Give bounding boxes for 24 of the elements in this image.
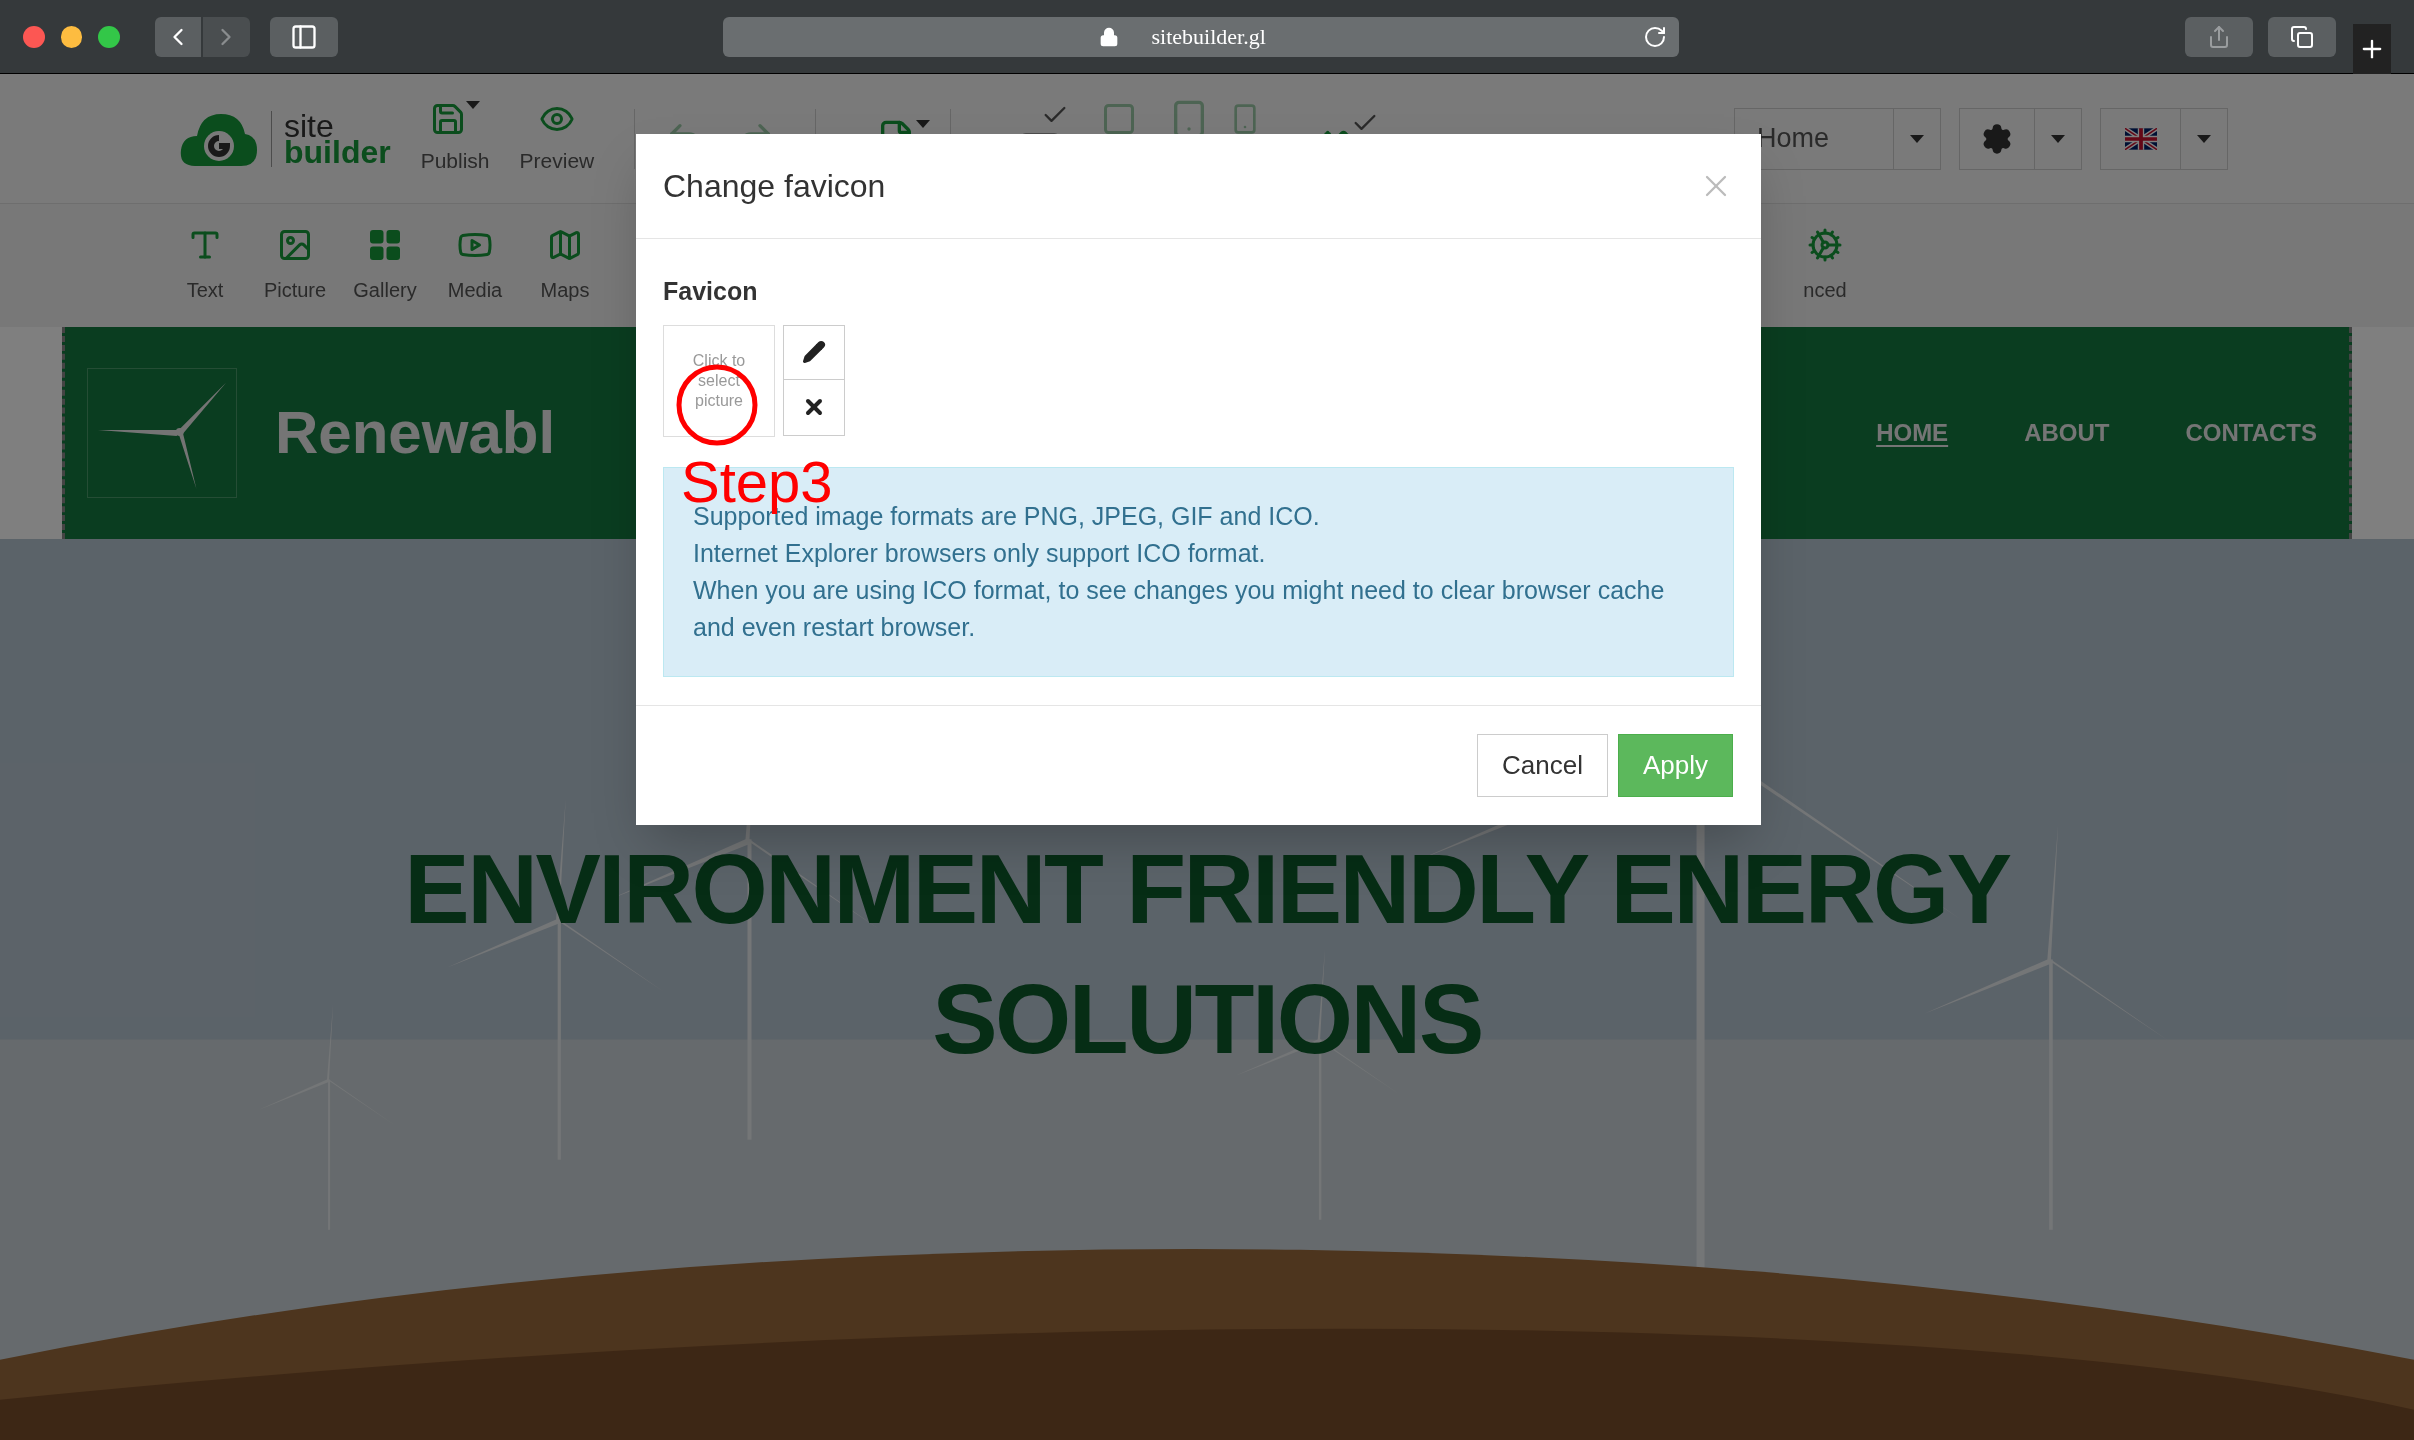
hero-heading: ENVIRONMENT FRIENDLY ENERGY SOLUTIONS (404, 833, 2010, 1076)
picture-picker[interactable]: Click to select picture (663, 324, 775, 437)
brand-name: Renewabl (275, 398, 556, 468)
toolbar-button[interactable]: Preview (519, 100, 595, 177)
apply-button[interactable]: Apply (1617, 733, 1733, 797)
insert-tool-button[interactable]: Maps (520, 226, 610, 305)
info-text: When you are using ICO format, to see changes you might need to clear browser cache and even restart browser. (693, 574, 1666, 643)
dialog-title: Change favicon (663, 167, 886, 206)
insert-tool-button[interactable]: Text (160, 226, 250, 305)
url-text: sitebuilder.gl (1151, 23, 1266, 51)
insert-tool-button[interactable]: Media (430, 226, 520, 305)
logo-text: site (284, 112, 334, 139)
address-bar[interactable]: sitebuilder.gl (722, 16, 1679, 57)
insert-tool-button[interactable]: Gallery (340, 226, 430, 305)
insert-tool-button[interactable]: nced (1780, 226, 1870, 305)
toolbar-button[interactable]: Publish (420, 100, 490, 177)
cancel-button[interactable]: Cancel (1477, 733, 1608, 797)
logo-text: builder (284, 138, 391, 165)
info-text: Internet Explorer browsers only support ICO format. (693, 537, 1267, 569)
nav-link[interactable]: CONTACTS (2185, 415, 2317, 451)
insert-tool-button[interactable]: Picture (250, 226, 340, 305)
nav-link[interactable]: ABOUT (2024, 415, 2110, 451)
section-label: Favicon (663, 276, 759, 307)
nav-link[interactable]: HOME (1876, 415, 1949, 451)
